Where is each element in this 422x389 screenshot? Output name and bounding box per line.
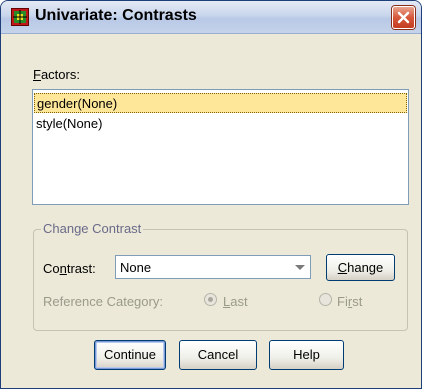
title-bar[interactable]: Univariate: Contrasts bbox=[1, 1, 421, 34]
first-radio[interactable] bbox=[319, 293, 332, 306]
help-button[interactable]: Help bbox=[269, 340, 344, 370]
factors-label: Factors: bbox=[33, 67, 80, 82]
contrast-select[interactable]: None bbox=[115, 255, 311, 279]
continue-button[interactable]: Continue bbox=[94, 340, 166, 370]
first-radio-label: First bbox=[337, 294, 363, 309]
cancel-button[interactable]: Cancel bbox=[179, 340, 257, 370]
close-button[interactable] bbox=[392, 6, 415, 29]
change-contrast-legend: Change Contrast bbox=[41, 221, 144, 236]
radio-selected-dot bbox=[208, 297, 213, 302]
factors-listbox[interactable]: gender(None) style(None) bbox=[32, 89, 409, 205]
chevron-down-icon[interactable] bbox=[291, 257, 309, 277]
change-button[interactable]: Change bbox=[326, 254, 395, 281]
last-radio[interactable] bbox=[204, 293, 217, 306]
contrast-label: Contrast: bbox=[43, 261, 96, 276]
contrast-select-value: None bbox=[120, 260, 152, 275]
window-title: Univariate: Contrasts bbox=[35, 7, 197, 24]
contrasts-dialog: Univariate: Contrasts Factors: gender(No… bbox=[0, 0, 422, 389]
close-icon bbox=[397, 11, 410, 24]
list-item[interactable]: gender(None) bbox=[34, 93, 407, 113]
reference-category-label: Reference Category: bbox=[43, 294, 163, 309]
list-item[interactable]: style(None) bbox=[34, 114, 407, 134]
last-radio-label: Last bbox=[223, 294, 248, 309]
spss-app-icon bbox=[11, 8, 29, 26]
